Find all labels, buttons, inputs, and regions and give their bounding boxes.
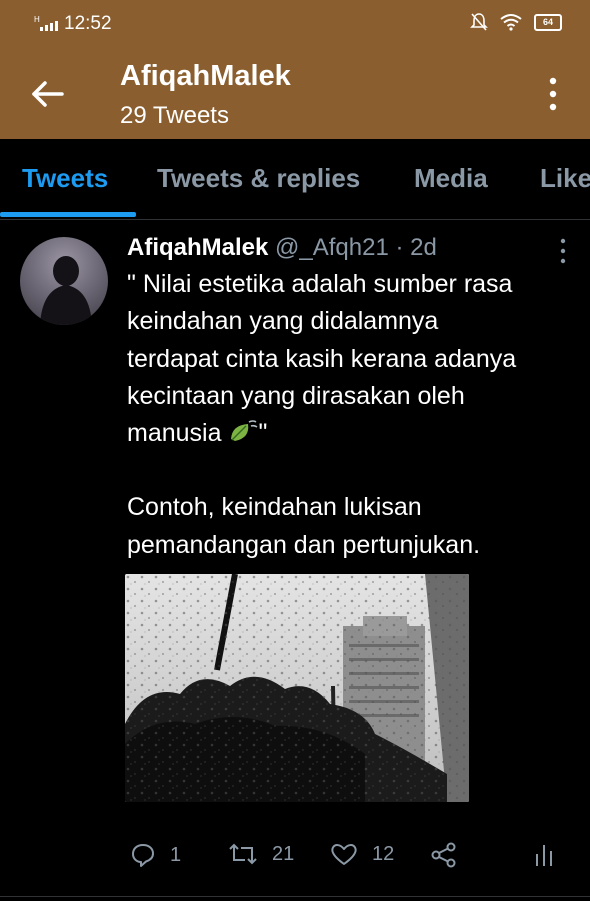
- tweet-actions: 1 21 12: [0, 842, 590, 882]
- tweet-media-photo[interactable]: [125, 574, 469, 802]
- tweet-line: Contoh, keindahan lukisan: [127, 493, 422, 522]
- tweet-count: 29 Tweets: [120, 102, 229, 129]
- retweet-button[interactable]: 21: [228, 842, 294, 866]
- more-options-icon[interactable]: [543, 76, 563, 112]
- status-bar: H 12:52 64: [0, 0, 590, 46]
- svg-text:H: H: [34, 15, 40, 24]
- notifications-off-icon: [470, 13, 488, 31]
- tweet-line: pemandangan dan pertunjukan.: [127, 530, 481, 559]
- tweet-line: terdapat cinta kasih kerana adanya: [127, 344, 517, 373]
- retweet-icon: [229, 843, 257, 865]
- like-button[interactable]: 12: [330, 842, 394, 866]
- analytics-icon: [536, 845, 552, 866]
- retweet-count: 21: [272, 842, 295, 865]
- tweet-time: · 2d: [395, 234, 437, 261]
- tweet-line: keindahan yang didalamnya: [127, 307, 439, 336]
- back-arrow-icon[interactable]: [28, 74, 68, 114]
- reply-button[interactable]: 1: [130, 842, 181, 868]
- tweet-author[interactable]: AfiqahMalek @_Afqh21 · 2d: [127, 234, 437, 262]
- rainy-window-photo: [125, 574, 469, 802]
- tweet-line: manusia ": [127, 419, 268, 448]
- author-handle[interactable]: @_Afqh21: [275, 234, 389, 261]
- leaf-fluttering-icon: [231, 420, 258, 442]
- app-header: H 12:52 64 AfiqahMalek 29 Tweets: [0, 0, 590, 139]
- active-tab-indicator: [0, 212, 136, 217]
- tab-tweets-and-replies[interactable]: Tweets & replies: [157, 163, 360, 194]
- tweet-line: kecintaan yang dirasakan oleh: [127, 381, 465, 410]
- tab-media[interactable]: Media: [414, 163, 488, 194]
- share-icon: [431, 842, 456, 868]
- battery-icon: 64: [534, 13, 562, 31]
- profile-tabs: Tweets Tweets & replies Media Like: [0, 139, 590, 220]
- author-name[interactable]: AfiqahMalek: [127, 234, 268, 261]
- share-button[interactable]: [430, 842, 458, 868]
- tweet-text: " Nilai estetika adalah sumber rasa kein…: [127, 266, 577, 564]
- analytics-button[interactable]: [534, 842, 554, 868]
- avatar[interactable]: [20, 237, 108, 325]
- avatar-silhouette: [40, 256, 92, 325]
- profile-name: AfiqahMalek: [120, 60, 291, 92]
- tab-likes[interactable]: Like: [540, 163, 590, 194]
- signal-icon: H: [34, 15, 58, 31]
- tweet-more-icon[interactable]: [558, 238, 568, 264]
- like-count: 12: [372, 842, 395, 865]
- tab-tweets[interactable]: Tweets: [22, 163, 108, 194]
- reply-icon: [132, 844, 154, 867]
- tweet-line: " Nilai estetika adalah sumber rasa: [127, 270, 513, 298]
- wifi-icon: [500, 14, 522, 31]
- divider: [0, 896, 590, 897]
- reply-count: 1: [170, 843, 182, 866]
- heart-icon: [331, 844, 357, 865]
- clock: 12:52: [64, 13, 112, 34]
